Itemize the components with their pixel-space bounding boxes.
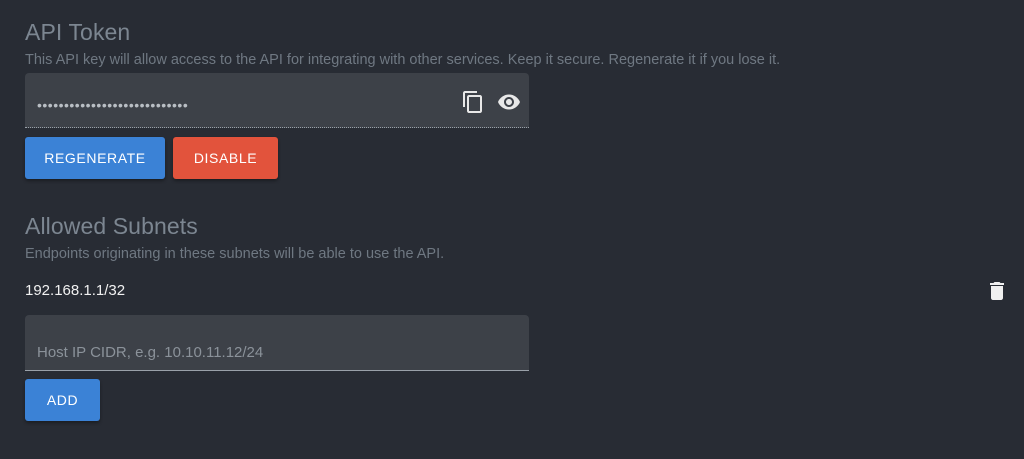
copy-icon[interactable]	[461, 90, 485, 114]
api-token-masked-value: ••••••••••••••••••••••••••••	[37, 97, 189, 113]
add-subnet-button[interactable]: ADD	[25, 379, 100, 421]
api-token-description: This API key will allow access to the AP…	[25, 52, 781, 68]
allowed-subnets-title: Allowed Subnets	[25, 213, 198, 239]
host-cidr-field[interactable]	[25, 315, 529, 371]
eye-icon[interactable]	[497, 90, 521, 114]
host-cidr-input[interactable]	[25, 315, 529, 370]
api-settings-page: API Token This API key will allow access…	[0, 0, 1024, 459]
subnet-cidr: 192.168.1.1/32	[25, 282, 126, 299]
regenerate-button[interactable]: REGENERATE	[25, 137, 165, 179]
allowed-subnets-description: Endpoints originating in these subnets w…	[25, 246, 445, 262]
trash-icon[interactable]	[985, 279, 1009, 303]
disable-button[interactable]: DISABLE	[173, 137, 278, 179]
api-token-title: API Token	[25, 19, 131, 45]
api-token-field[interactable]: ••••••••••••••••••••••••••••	[25, 73, 529, 128]
subnet-list-item: 192.168.1.1/32	[25, 278, 1009, 304]
